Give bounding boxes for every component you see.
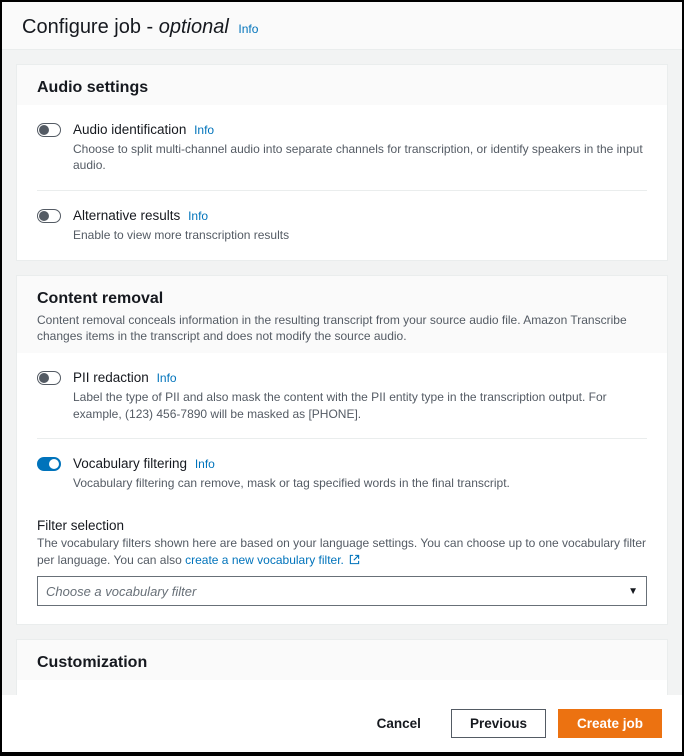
dialog-header: Configure job - optional Info	[2, 2, 682, 50]
alternative-results-row: Alternative results Info Enable to view …	[37, 191, 647, 259]
page-title: Configure job - optional Info	[22, 16, 258, 38]
audio-identification-text: Audio identification Info Choose to spli…	[73, 121, 647, 174]
create-job-button[interactable]: Create job	[558, 709, 662, 738]
external-link-icon	[349, 554, 360, 565]
toggle-knob	[39, 125, 49, 135]
pii-redaction-info-link[interactable]: Info	[157, 371, 177, 385]
content-removal-panel: Content removal Content removal conceals…	[16, 275, 668, 626]
audio-identification-info-link[interactable]: Info	[194, 123, 214, 137]
alternative-results-info-link[interactable]: Info	[188, 209, 208, 223]
title-optional: optional	[159, 16, 229, 38]
dialog-content: Audio settings Audio identification Info…	[2, 50, 682, 695]
toggle-knob	[39, 373, 49, 383]
pii-redaction-row: PII redaction Info Label the type of PII…	[37, 353, 647, 439]
header-info-link[interactable]: Info	[238, 22, 258, 36]
audio-settings-panel: Audio settings Audio identification Info…	[16, 64, 668, 261]
pii-redaction-desc: Label the type of PII and also mask the …	[73, 389, 647, 423]
audio-settings-body: Audio identification Info Choose to spli…	[17, 105, 667, 260]
vocabulary-filtering-info-link[interactable]: Info	[195, 457, 215, 471]
configure-job-dialog: Configure job - optional Info Audio sett…	[2, 2, 682, 752]
previous-button[interactable]: Previous	[451, 709, 546, 738]
alternative-results-toggle[interactable]	[37, 209, 61, 223]
filter-selection-desc: The vocabulary filters shown here are ba…	[37, 535, 647, 569]
audio-identification-toggle[interactable]	[37, 123, 61, 137]
alternative-results-label: Alternative results Info	[73, 207, 647, 225]
vocabulary-filtering-label-text: Vocabulary filtering	[73, 456, 187, 471]
toggle-knob	[49, 459, 59, 469]
title-prefix: Configure job	[22, 16, 141, 38]
audio-settings-header: Audio settings	[17, 65, 667, 105]
audio-identification-row: Audio identification Info Choose to spli…	[37, 105, 647, 191]
vocabulary-filtering-row: Vocabulary filtering Info Vocabulary fil…	[37, 439, 647, 507]
content-removal-body: PII redaction Info Label the type of PII…	[17, 353, 667, 624]
custom-vocabulary-row: Custom vocabulary Info A custom vocabula…	[37, 680, 647, 695]
filter-selection-section: Filter selection The vocabulary filters …	[37, 508, 647, 625]
pii-redaction-label-text: PII redaction	[73, 370, 149, 385]
vocabulary-filter-select[interactable]: Choose a vocabulary filter ▼	[37, 576, 647, 606]
pii-redaction-toggle[interactable]	[37, 371, 61, 385]
audio-identification-desc: Choose to split multi-channel audio into…	[73, 141, 647, 175]
vocabulary-filter-placeholder: Choose a vocabulary filter	[46, 584, 628, 599]
dialog-footer: Cancel Previous Create job	[2, 695, 682, 752]
vocabulary-filtering-toggle[interactable]	[37, 457, 61, 471]
customization-header: Customization	[17, 640, 667, 680]
create-vocabulary-filter-link[interactable]: create a new vocabulary filter.	[185, 553, 360, 567]
audio-settings-heading: Audio settings	[37, 79, 647, 97]
alternative-results-text: Alternative results Info Enable to view …	[73, 207, 647, 243]
customization-panel: Customization Custom vocabulary Info A c…	[16, 639, 668, 695]
vocabulary-filtering-label: Vocabulary filtering Info	[73, 455, 647, 473]
customization-body: Custom vocabulary Info A custom vocabula…	[17, 680, 667, 695]
audio-identification-label: Audio identification Info	[73, 121, 647, 139]
customization-heading: Customization	[37, 654, 647, 672]
pii-redaction-text: PII redaction Info Label the type of PII…	[73, 369, 647, 422]
create-vocabulary-filter-link-text: create a new vocabulary filter.	[185, 553, 344, 567]
chevron-down-icon: ▼	[628, 586, 638, 597]
audio-identification-label-text: Audio identification	[73, 122, 186, 137]
alternative-results-label-text: Alternative results	[73, 208, 180, 223]
vocabulary-filtering-desc: Vocabulary filtering can remove, mask or…	[73, 475, 647, 492]
alternative-results-desc: Enable to view more transcription result…	[73, 227, 647, 244]
pii-redaction-label: PII redaction Info	[73, 369, 647, 387]
content-removal-header: Content removal Content removal conceals…	[17, 276, 667, 354]
content-removal-heading: Content removal	[37, 290, 647, 308]
content-removal-desc: Content removal conceals information in …	[37, 312, 647, 346]
vocabulary-filtering-text: Vocabulary filtering Info Vocabulary fil…	[73, 455, 647, 491]
filter-selection-title: Filter selection	[37, 518, 647, 533]
cancel-button[interactable]: Cancel	[359, 710, 439, 737]
toggle-knob	[39, 211, 49, 221]
title-dash: -	[141, 16, 159, 38]
